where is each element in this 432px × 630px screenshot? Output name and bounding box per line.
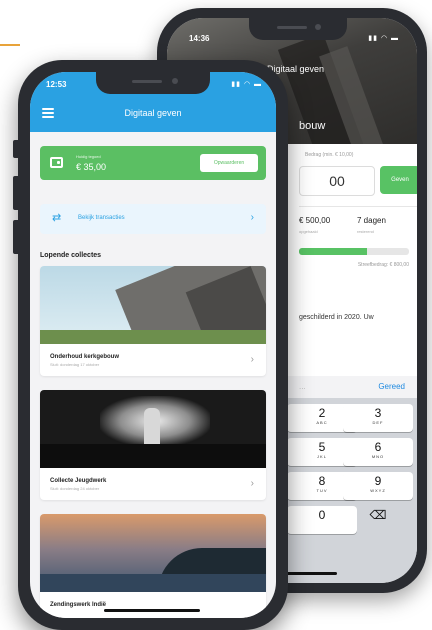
chevron-right-icon: › (250, 354, 254, 365)
days-remaining: 7 dagen (357, 216, 386, 225)
status-time: 12:53 (46, 80, 67, 89)
back-hero-title: bouw (299, 120, 326, 132)
amount-input[interactable]: 00 (299, 166, 375, 196)
collection-subtitle: Sluit: donderdag 24 oktober (50, 486, 100, 491)
chevron-right-icon: › (250, 478, 254, 489)
backspace-key[interactable]: ⌫ (343, 506, 413, 534)
collection-card[interactable]: Collecte Jeugdwerk Sluit: donderdag 24 o… (40, 390, 266, 500)
goal-amount: Streefbedrag: € 800,00 (357, 262, 409, 268)
progress-bar-fill (299, 248, 368, 255)
days-remaining-label: resterend (357, 229, 374, 234)
raised-amount-label: opgehaald (299, 229, 318, 234)
divider (299, 206, 417, 207)
back-notch (249, 18, 347, 40)
backspace-icon: ⌫ (369, 508, 387, 522)
balance-label: Huidig tegoed (76, 154, 101, 159)
front-notch (96, 72, 210, 94)
collection-photo (40, 390, 266, 468)
key-6[interactable]: 6 MNO (343, 438, 413, 466)
chevron-right-icon: › (250, 212, 254, 223)
volume-up-button (13, 176, 18, 210)
accent-line (0, 44, 20, 46)
view-transactions-button[interactable]: ⇄ Bekijk transacties › (40, 204, 266, 234)
collection-photo (40, 266, 266, 344)
collection-description: geschilderd in 2020. Uw (299, 314, 374, 321)
topup-button[interactable]: Opwaarderen (200, 154, 258, 172)
collection-title: Collecte Jeugdwerk (50, 478, 107, 484)
front-phone: 12:53 ▮▮ ◠ ▬ Digitaal geven Huidig tegoe… (13, 60, 288, 630)
key-3[interactable]: 3 DEF (343, 404, 413, 432)
balance-card: Huidig tegoed € 35,00 Opwaarderen (40, 146, 266, 180)
progress-bar (299, 248, 409, 255)
page-title: Digitaal geven (124, 108, 182, 118)
collection-card[interactable]: Onderhoud kerkgebouw Sluit: donderdag 17… (40, 266, 266, 376)
amount-label: Bedrag (min. € 10,00) (305, 152, 354, 158)
section-title: Lopende collectes (40, 252, 102, 259)
keyboard-toolbar-left: ... (299, 382, 306, 391)
collection-photo (40, 514, 266, 592)
give-button[interactable]: Geven (380, 166, 417, 194)
collection-title: Zendingswerk Indië (50, 602, 107, 608)
front-phone-screen: 12:53 ▮▮ ◠ ▬ Digitaal geven Huidig tegoe… (30, 72, 276, 618)
key-9[interactable]: 9 WXYZ (343, 472, 413, 500)
side-button (13, 140, 18, 158)
collection-card[interactable]: Zendingswerk Indië (40, 514, 266, 618)
status-icons: ▮▮ ◠ ▬ (231, 81, 262, 88)
status-icons: ▮▮ ◠ ▬ (368, 35, 399, 42)
balance-value: € 35,00 (76, 162, 107, 172)
volume-down-button (13, 220, 18, 254)
keyboard-done-button[interactable]: Gereed (378, 382, 405, 391)
transactions-label: Bekijk transacties (78, 215, 125, 221)
collection-subtitle: Sluit: donderdag 17 oktober (50, 362, 100, 367)
raised-amount: € 500,00 (299, 216, 331, 225)
home-indicator[interactable] (104, 609, 200, 612)
status-time: 14:36 (189, 34, 210, 43)
wallet-icon (50, 157, 63, 168)
swap-arrows-icon: ⇄ (52, 212, 62, 224)
collection-title: Onderhoud kerkgebouw (50, 354, 120, 360)
